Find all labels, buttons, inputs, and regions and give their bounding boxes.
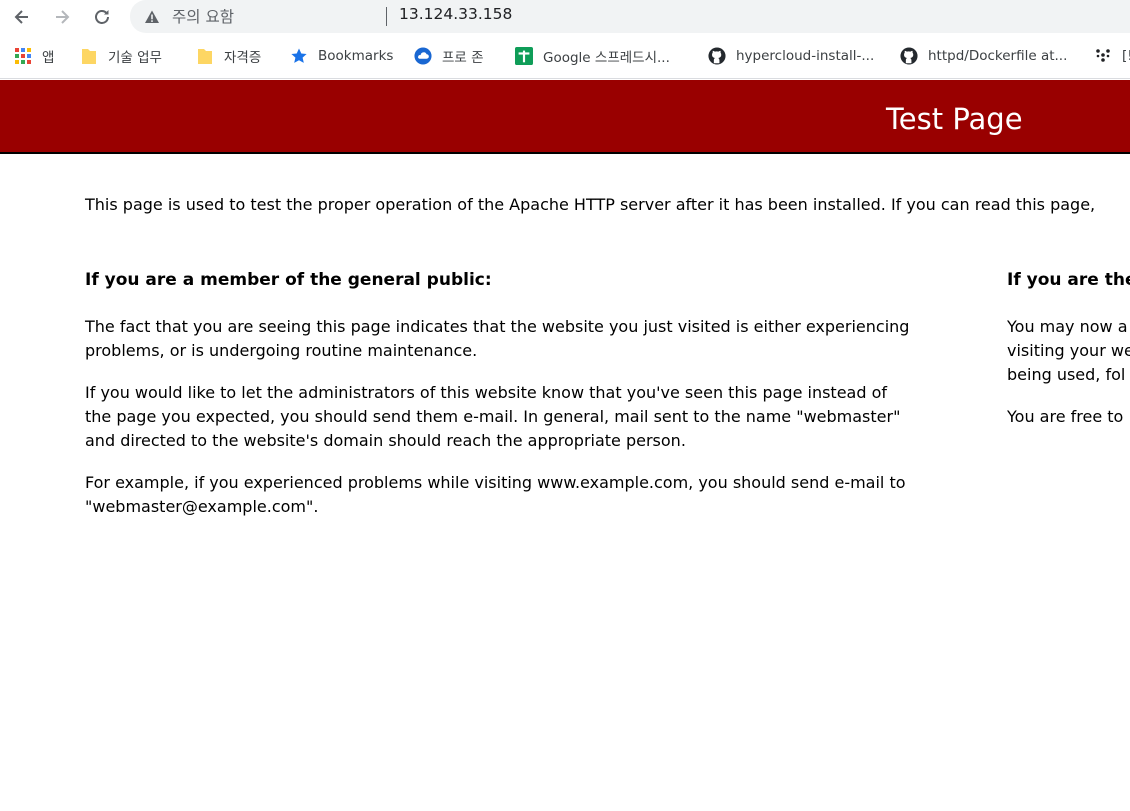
section-heading: If you are the bbox=[1007, 270, 1130, 290]
dots-icon bbox=[1094, 47, 1112, 65]
bookmark-label: hypercloud-install-... bbox=[736, 48, 875, 64]
reload-button[interactable] bbox=[88, 3, 116, 31]
sheets-icon bbox=[515, 47, 533, 65]
bookmark-prozone[interactable]: 프로 존 bbox=[414, 43, 484, 69]
paragraph-line: visiting your we bbox=[1007, 341, 1130, 360]
folder-icon bbox=[196, 47, 214, 65]
bookmarks-bar: 앱 기술 업무 자격증 Bookmarks 프로 존 Google 스프레드시.… bbox=[0, 38, 1130, 72]
apps-grid-icon bbox=[14, 47, 32, 65]
bookmark-label: 프로 존 bbox=[442, 50, 484, 66]
bookmark-label: 기술 업무 bbox=[108, 50, 162, 66]
general-public-section: If you are a member of the general publi… bbox=[85, 270, 915, 537]
page-banner: Test Page bbox=[0, 80, 1130, 154]
bookmark-label: Google 스프레드시... bbox=[543, 50, 670, 66]
github-icon bbox=[900, 47, 918, 65]
forward-button[interactable] bbox=[48, 3, 76, 31]
cloud-icon bbox=[414, 47, 432, 65]
forward-arrow-icon bbox=[56, 10, 70, 24]
paragraph: You may now a visiting your we being use… bbox=[1007, 315, 1130, 387]
star-icon bbox=[290, 47, 308, 65]
bookmark-google-sheets[interactable]: Google 스프레드시... bbox=[515, 43, 670, 69]
paragraph: For example, if you experienced problems… bbox=[85, 473, 906, 516]
reload-icon bbox=[95, 10, 109, 24]
section-heading: If you are a member of the general publi… bbox=[85, 270, 492, 290]
bookmark-more[interactable]: [! bbox=[1094, 43, 1130, 69]
paragraph: You are free to bbox=[1007, 407, 1124, 426]
bookmark-label: [! bbox=[1122, 48, 1130, 64]
paragraph: The fact that you are seeing this page i… bbox=[85, 317, 910, 360]
url-text[interactable]: 13.124.33.158 bbox=[399, 5, 512, 23]
browser-chrome: 주의 요함 13.124.33.158 앱 기술 업무 자격증 Bookmark… bbox=[0, 0, 1130, 80]
security-label[interactable]: 주의 요함 bbox=[172, 5, 234, 27]
browser-toolbar: 주의 요함 13.124.33.158 bbox=[0, 0, 1130, 34]
bookmark-label: httpd/Dockerfile at... bbox=[928, 48, 1068, 64]
bookmark-httpd-dockerfile[interactable]: httpd/Dockerfile at... bbox=[900, 43, 1067, 69]
paragraph-line: being used, fol bbox=[1007, 365, 1126, 384]
page-title: Test Page bbox=[886, 102, 1023, 136]
paragraph-line: You may now a bbox=[1007, 317, 1128, 336]
bookmark-label: 앱 bbox=[42, 50, 55, 66]
back-button[interactable] bbox=[8, 3, 36, 31]
bookmark-label: Bookmarks bbox=[318, 48, 394, 64]
github-icon bbox=[708, 47, 726, 65]
chrome-divider bbox=[0, 78, 1130, 79]
bookmark-apps[interactable]: 앱 bbox=[14, 43, 54, 69]
bookmark-hypercloud[interactable]: hypercloud-install-... bbox=[708, 43, 874, 69]
address-separator bbox=[386, 7, 387, 26]
warning-icon[interactable] bbox=[144, 9, 160, 25]
bookmark-folder-cert[interactable]: 자격증 bbox=[196, 43, 261, 69]
back-arrow-icon bbox=[14, 10, 28, 24]
paragraph: If you would like to let the administrat… bbox=[85, 383, 901, 450]
address-bar[interactable]: 주의 요함 13.124.33.158 bbox=[130, 0, 1130, 33]
intro-text: This page is used to test the proper ope… bbox=[85, 195, 1096, 214]
bookmark-bookmarks[interactable]: Bookmarks bbox=[290, 43, 393, 69]
bookmark-folder-tech[interactable]: 기술 업무 bbox=[80, 43, 162, 69]
folder-icon bbox=[80, 47, 98, 65]
website-admin-section: If you are the You may now a visiting yo… bbox=[1007, 270, 1130, 447]
bookmark-label: 자격증 bbox=[224, 50, 262, 66]
